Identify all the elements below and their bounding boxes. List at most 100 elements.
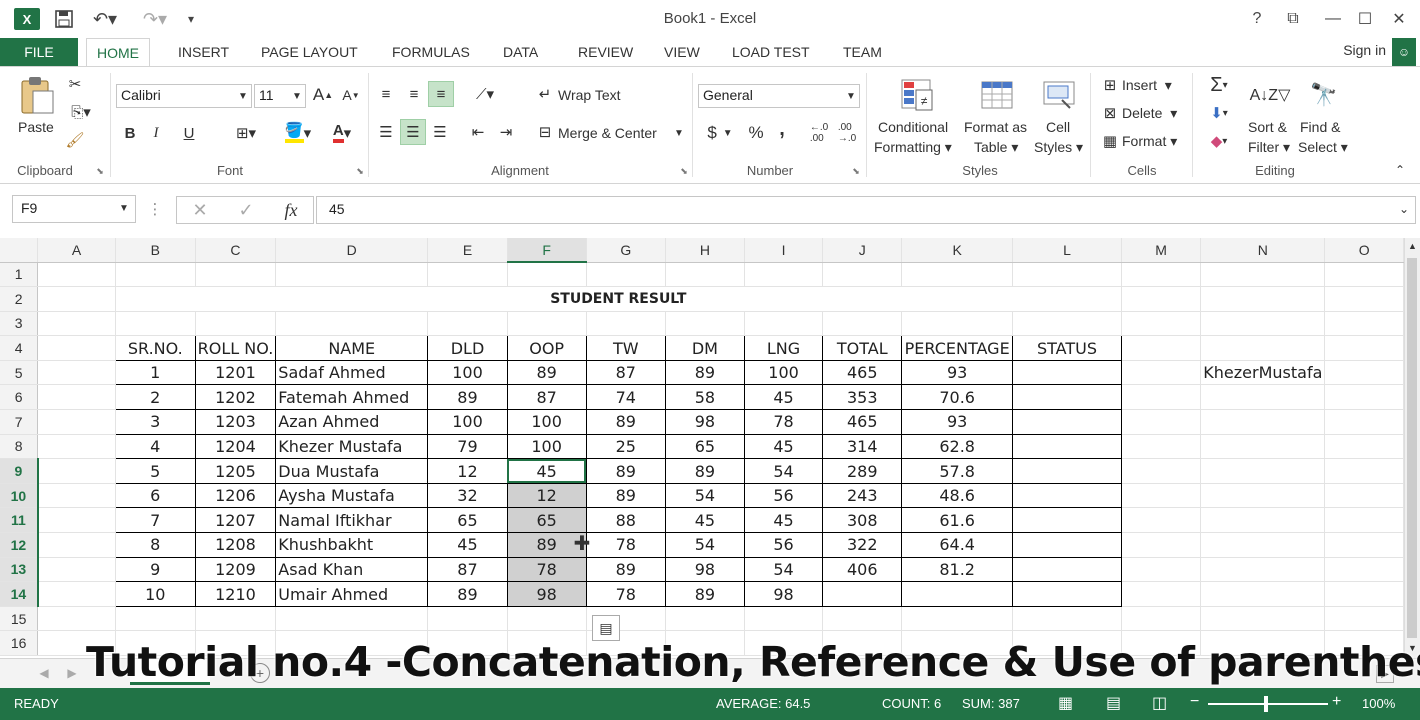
table-cell[interactable]: 45 bbox=[665, 507, 745, 534]
fill-icon[interactable]: ⬇ ▾ bbox=[1200, 101, 1238, 125]
table-cell[interactable]: 4 bbox=[114, 433, 196, 460]
format-as-table-icon[interactable] bbox=[978, 75, 1018, 115]
insert-cells-icon[interactable]: ⊞ bbox=[1100, 75, 1120, 95]
table-cell[interactable]: 89 bbox=[427, 581, 508, 607]
table-cell[interactable]: 61.6 bbox=[901, 507, 1014, 534]
table-cell[interactable]: Azan Ahmed bbox=[275, 409, 429, 435]
table-cell[interactable] bbox=[1012, 507, 1122, 534]
table-cell[interactable] bbox=[1012, 482, 1122, 509]
find-select-button[interactable]: Select ▾ bbox=[1298, 139, 1348, 156]
row-header[interactable]: 14 bbox=[0, 581, 39, 607]
currency-button[interactable]: $ ▼ bbox=[700, 121, 740, 145]
table-cell[interactable]: 465 bbox=[822, 359, 903, 386]
table-header-cell[interactable]: TOTAL bbox=[822, 335, 903, 361]
zoom-out-icon[interactable]: − bbox=[1190, 693, 1199, 711]
cell[interactable] bbox=[1121, 458, 1202, 484]
scroll-up-icon[interactable]: ▲ bbox=[1405, 238, 1420, 254]
enter-icon[interactable]: ✓ bbox=[239, 200, 254, 221]
table-cell[interactable]: 88 bbox=[585, 507, 667, 534]
table-cell[interactable]: 1202 bbox=[194, 384, 277, 411]
chevron-down-icon[interactable]: ▼ bbox=[672, 125, 686, 141]
cell[interactable] bbox=[507, 311, 587, 337]
table-cell[interactable]: 74 bbox=[585, 384, 667, 411]
cell[interactable] bbox=[1324, 262, 1404, 288]
table-cell[interactable]: Khushbakht bbox=[275, 532, 429, 558]
table-cell[interactable] bbox=[1012, 359, 1122, 386]
table-cell[interactable]: 1207 bbox=[194, 507, 277, 534]
tab-load-test[interactable]: LOAD TEST bbox=[732, 38, 810, 66]
cell[interactable] bbox=[744, 311, 824, 337]
collapse-ribbon-icon[interactable]: ⌃ bbox=[1392, 163, 1408, 177]
cell[interactable] bbox=[665, 311, 745, 337]
cell[interactable] bbox=[1324, 507, 1404, 534]
table-cell[interactable]: 289 bbox=[822, 458, 903, 484]
zoom-slider-thumb[interactable] bbox=[1264, 696, 1268, 712]
cell[interactable] bbox=[665, 606, 745, 632]
table-cell[interactable]: 1208 bbox=[194, 532, 277, 558]
insert-function-button[interactable]: fx bbox=[285, 200, 298, 221]
table-cell[interactable] bbox=[1012, 409, 1122, 435]
table-cell[interactable]: 100 bbox=[506, 409, 587, 435]
table-cell[interactable]: 58 bbox=[665, 384, 745, 411]
table-cell[interactable]: Sadaf Ahmed bbox=[275, 359, 429, 386]
cell[interactable] bbox=[1324, 581, 1404, 607]
table-cell[interactable]: 1205 bbox=[194, 458, 277, 484]
decrease-indent-icon[interactable]: ⇤ bbox=[466, 119, 490, 145]
table-cell[interactable]: Fatemah Ahmed bbox=[275, 384, 429, 411]
scroll-thumb[interactable] bbox=[1407, 258, 1417, 638]
cell[interactable] bbox=[1200, 262, 1326, 288]
align-center-icon[interactable]: ☰ bbox=[400, 119, 426, 145]
tab-page-layout[interactable]: PAGE LAYOUT bbox=[261, 38, 358, 66]
percent-button[interactable]: % bbox=[744, 121, 768, 145]
wrap-text-icon[interactable]: ↵ bbox=[534, 83, 556, 105]
row-header[interactable]: 11 bbox=[0, 507, 39, 534]
row-header[interactable]: 9 bbox=[0, 458, 39, 484]
table-cell[interactable]: 81.2 bbox=[901, 556, 1014, 583]
cell[interactable] bbox=[37, 483, 116, 509]
conditional-formatting-button[interactable]: Formatting ▾ bbox=[874, 139, 952, 156]
cell[interactable] bbox=[586, 262, 667, 288]
cell[interactable] bbox=[1121, 507, 1202, 534]
table-cell[interactable]: 1204 bbox=[194, 433, 277, 460]
cell[interactable] bbox=[37, 507, 116, 534]
fill-color-icon[interactable]: 🪣 ▾ bbox=[278, 121, 318, 145]
table-cell[interactable]: 65 bbox=[427, 507, 508, 534]
table-cell[interactable]: 100 bbox=[506, 433, 587, 460]
cell[interactable] bbox=[115, 262, 196, 288]
table-cell[interactable]: 12 bbox=[427, 458, 508, 484]
cell[interactable] bbox=[1121, 360, 1202, 386]
table-cell[interactable]: 1 bbox=[114, 359, 196, 386]
sign-in-link[interactable]: Sign in bbox=[1343, 42, 1386, 58]
cell[interactable] bbox=[37, 581, 116, 607]
cell[interactable] bbox=[1324, 434, 1404, 460]
table-cell[interactable]: 65 bbox=[665, 433, 745, 460]
cell[interactable] bbox=[822, 311, 903, 337]
table-cell[interactable]: 12 bbox=[506, 482, 587, 509]
table-cell[interactable]: 89 bbox=[665, 359, 745, 386]
expand-formula-icon[interactable]: ⌄ bbox=[1396, 200, 1412, 218]
paste-icon[interactable] bbox=[18, 75, 56, 115]
table-cell[interactable]: Namal Iftikhar bbox=[275, 507, 429, 534]
cell[interactable] bbox=[115, 606, 196, 632]
align-right-icon[interactable]: ☰ bbox=[428, 119, 452, 145]
table-cell[interactable]: 78 bbox=[585, 532, 667, 558]
number-launcher-icon[interactable]: ⬊ bbox=[850, 165, 862, 177]
table-cell[interactable] bbox=[1012, 581, 1122, 607]
table-cell[interactable]: 6 bbox=[114, 482, 196, 509]
table-cell[interactable]: Aysha Mustafa bbox=[275, 482, 429, 509]
table-cell[interactable]: 89 bbox=[585, 409, 667, 435]
table-cell[interactable]: 78 bbox=[506, 556, 587, 583]
column-header[interactable]: H bbox=[665, 238, 745, 263]
tab-formulas[interactable]: FORMULAS bbox=[392, 38, 470, 66]
shrink-font-button[interactable]: A ▼ bbox=[340, 83, 362, 107]
table-cell[interactable]: 64.4 bbox=[901, 532, 1014, 558]
row-header[interactable]: 3 bbox=[0, 311, 39, 337]
insert-cells-button[interactable]: Insert ▾ bbox=[1122, 77, 1172, 94]
decrease-decimal-icon[interactable]: .00 →.0 bbox=[834, 121, 860, 145]
table-cell[interactable]: 25 bbox=[585, 433, 667, 460]
chevron-down-icon[interactable]: ▼ bbox=[116, 200, 132, 216]
row-header[interactable]: 7 bbox=[0, 409, 39, 435]
table-cell[interactable] bbox=[1012, 433, 1122, 460]
italic-button[interactable]: I bbox=[146, 121, 166, 145]
table-cell[interactable]: 70.6 bbox=[901, 384, 1014, 411]
